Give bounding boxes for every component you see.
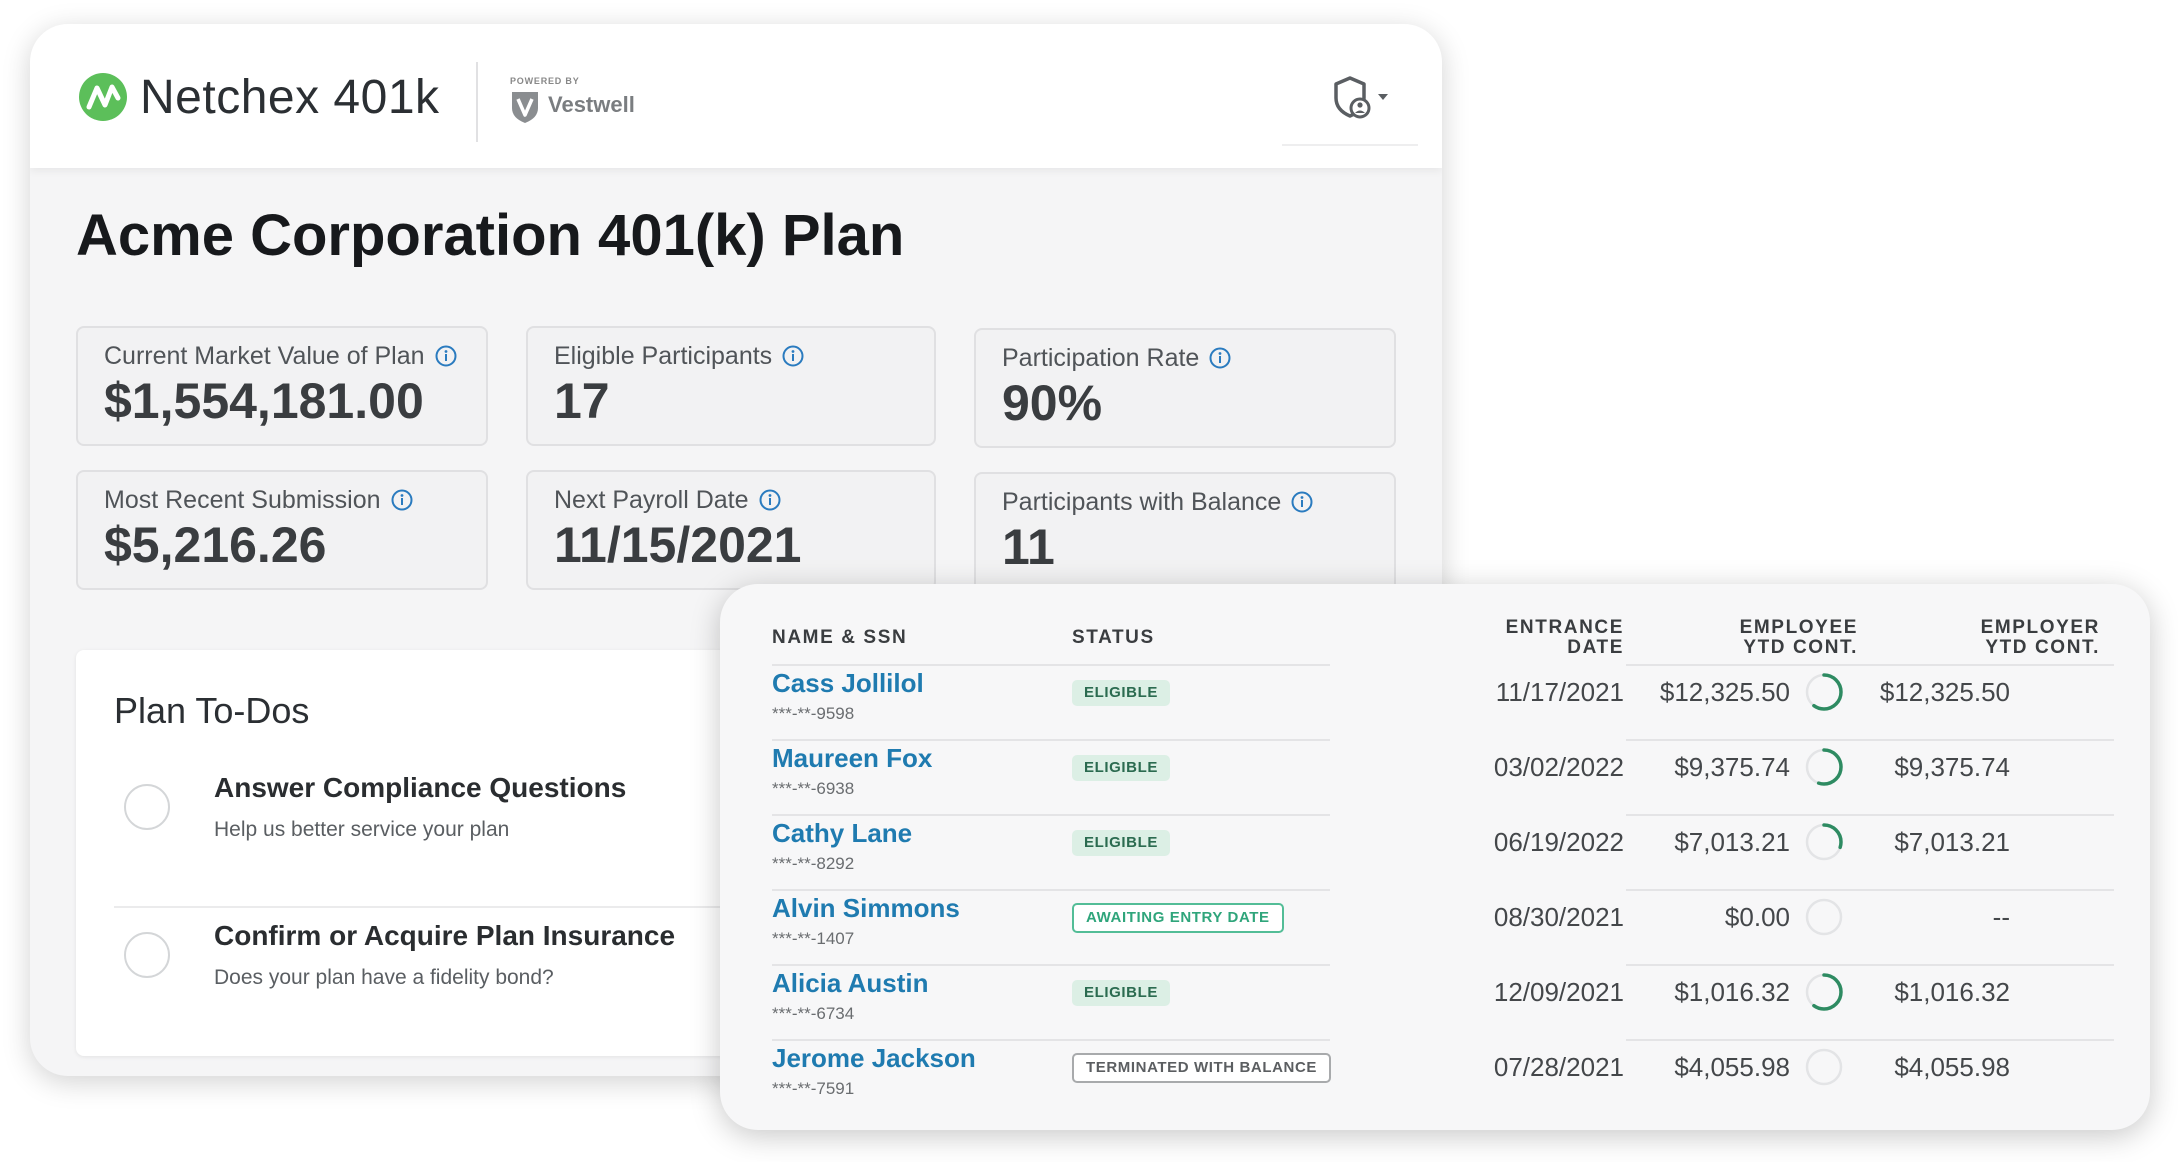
app-header: Netchex 401k POWERED BY Vestwell — [30, 24, 1442, 168]
table-row[interactable]: Jerome Jackson ***-**-7591 TERMINATED WITH… — [720, 1041, 2150, 1116]
status-badge: TERMINATED WITH BALANCE — [1072, 1053, 1331, 1083]
table-row[interactable]: Alicia Austin ***-**-6734 ELIGIBLE 12/09/20… — [720, 966, 2150, 1041]
employee-ytd-contribution: $12,325.50 — [1659, 677, 1790, 707]
column-header-employer-ytd[interactable]: EMPLOYER YTD CONT. — [1900, 618, 2100, 658]
header-divider — [476, 62, 478, 142]
column-header-name[interactable]: NAME & SSN — [772, 628, 907, 648]
employer-ytd-contribution: -- — [1992, 902, 2010, 932]
powered-by-label: POWERED BY — [510, 76, 580, 86]
todo-title[interactable]: Confirm or Acquire Plan Insurance — [214, 920, 675, 952]
info-icon[interactable] — [1291, 491, 1313, 513]
table-row[interactable]: Maureen Fox ***-**-6938 ELIGIBLE 03/02/2022… — [720, 741, 2150, 816]
status-badge: ELIGIBLE — [1072, 680, 1170, 706]
todo-title[interactable]: Answer Compliance Questions — [214, 772, 626, 804]
participant-ssn: ***-**-7591 — [772, 1079, 855, 1098]
participant-ssn: ***-**-6734 — [772, 1004, 855, 1023]
column-header-line: EMPLOYEE — [1739, 617, 1858, 638]
stat-value: 11 — [1002, 519, 1055, 575]
page-title: Acme Corporation 401(k) Plan — [76, 203, 905, 268]
column-header-employee-ytd[interactable]: EMPLOYEE YTD CONT. — [1658, 618, 1858, 658]
account-menu-button[interactable] — [1330, 74, 1400, 124]
todo-checkbox[interactable] — [124, 932, 170, 978]
participant-ssn: ***-**-6938 — [772, 779, 855, 798]
column-header-status[interactable]: STATUS — [1072, 628, 1155, 648]
stat-value: $1,554,181.00 — [104, 373, 424, 429]
todo-subtitle: Help us better service your plan — [214, 818, 510, 841]
participant-ssn: ***-**-1407 — [772, 929, 855, 948]
employee-ytd-contribution: $9,375.74 — [1674, 752, 1790, 782]
stat-label: Current Market Value of Plan — [104, 342, 425, 370]
stat-label: Participation Rate — [1002, 344, 1200, 372]
info-icon[interactable] — [391, 489, 413, 511]
employer-ytd-contribution: $12,325.50 — [1879, 677, 2010, 707]
participant-name[interactable]: Alvin Simmons — [772, 893, 960, 924]
column-header-entrance-date[interactable]: ENTRANCE DATE — [1432, 618, 1624, 658]
table-row[interactable]: Cass Jollilol ***-**-9598 ELIGIBLE 11/17/20… — [720, 666, 2150, 741]
stat-card-market-value: Current Market Value of Plan $1,554,181.… — [76, 326, 488, 446]
stat-label: Next Payroll Date — [554, 486, 749, 514]
netchex-logo-icon — [79, 73, 127, 121]
employer-ytd-contribution: $4,055.98 — [1894, 1052, 2010, 1082]
employer-ytd-contribution: $7,013.21 — [1894, 827, 2010, 857]
employer-ytd-contribution: $9,375.74 — [1894, 752, 2010, 782]
employee-ytd-contribution: $0.00 — [1724, 902, 1790, 932]
todo-divider — [114, 906, 774, 908]
stat-card-next-payroll-date: Next Payroll Date 11/15/2021 — [526, 470, 936, 590]
participant-ssn: ***-**-9598 — [772, 704, 855, 723]
stat-label: Eligible Participants — [554, 342, 773, 370]
info-icon[interactable] — [759, 489, 781, 511]
participant-name[interactable]: Cass Jollilol — [772, 668, 924, 699]
employee-ytd-contribution: $7,013.21 — [1674, 827, 1790, 857]
status-badge: ELIGIBLE — [1072, 830, 1170, 856]
status-badge: ELIGIBLE — [1072, 980, 1170, 1006]
chevron-down-icon — [1378, 94, 1388, 100]
stat-value: 90% — [1002, 375, 1103, 431]
participant-ssn: ***-**-8292 — [772, 854, 855, 873]
stat-value: 11/15/2021 — [554, 517, 802, 573]
participant-name[interactable]: Jerome Jackson — [772, 1043, 976, 1074]
column-header-line: EMPLOYER — [1980, 617, 2100, 638]
table-row[interactable]: Alvin Simmons ***-**-1407 AWAITING ENTRY D… — [720, 891, 2150, 966]
participant-name[interactable]: Cathy Lane — [772, 818, 912, 849]
todo-checkbox[interactable] — [124, 784, 170, 830]
info-icon[interactable] — [435, 345, 457, 367]
brand-name: Netchex 401k — [140, 71, 440, 124]
stat-value: 17 — [554, 373, 610, 429]
status-badge: AWAITING ENTRY DATE — [1072, 903, 1284, 933]
employer-ytd-contribution: $1,016.32 — [1894, 977, 2010, 1007]
status-badge: ELIGIBLE — [1072, 755, 1170, 781]
stat-card-participation-rate: Participation Rate 90% — [974, 328, 1396, 448]
participant-name[interactable]: Maureen Fox — [772, 743, 932, 774]
participant-name[interactable]: Alicia Austin — [772, 968, 929, 999]
employee-ytd-contribution: $1,016.32 — [1674, 977, 1790, 1007]
stat-card-recent-submission: Most Recent Submission $5,216.26 — [76, 470, 488, 590]
employee-ytd-contribution: $4,055.98 — [1674, 1052, 1790, 1082]
stat-card-participants-with-balance: Participants with Balance 11 — [974, 472, 1396, 602]
stat-value: $5,216.26 — [104, 517, 327, 573]
column-header-line: YTD CONT. — [1985, 637, 2100, 658]
info-icon[interactable] — [1209, 347, 1231, 369]
column-header-line: YTD CONT. — [1743, 637, 1858, 658]
todo-subtitle: Does your plan have a fidelity bond? — [214, 966, 554, 989]
vestwell-shield-icon — [512, 92, 538, 123]
info-icon[interactable] — [782, 345, 804, 367]
header-underline — [1282, 144, 1418, 146]
stat-label: Participants with Balance — [1002, 488, 1282, 516]
participants-table: NAME & SSN STATUS ENTRANCE DATE EMPLOYEE… — [720, 584, 2150, 1130]
table-row[interactable]: Cathy Lane ***-**-8292 ELIGIBLE 06/19/2022 $… — [720, 816, 2150, 891]
stat-card-eligible-participants: Eligible Participants 17 — [526, 326, 936, 446]
shield-user-icon — [1334, 76, 1388, 119]
stat-label: Most Recent Submission — [104, 486, 381, 514]
column-header-line: DATE — [1567, 637, 1624, 658]
column-header-line: ENTRANCE — [1505, 617, 1624, 638]
partner-name: Vestwell — [548, 92, 635, 117]
todos-title: Plan To-Dos — [114, 690, 310, 731]
